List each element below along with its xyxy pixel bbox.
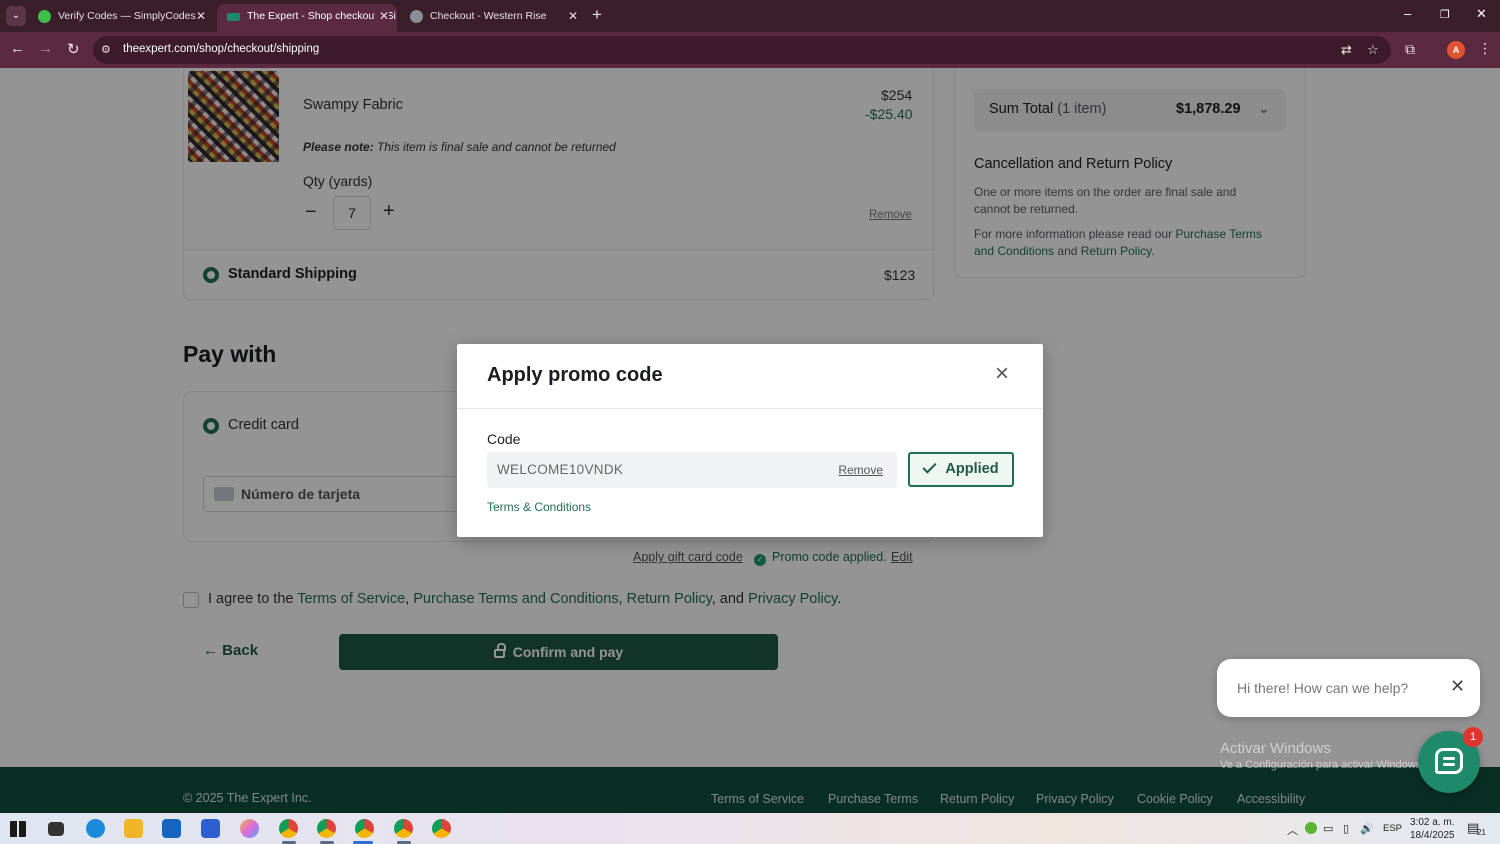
tab-title: The Expert - Shop checkout - Si <box>247 10 396 22</box>
promo-code-dialog: Apply promo code × Code WELCOME10VNDK Re… <box>457 344 1043 537</box>
dialog-divider <box>457 408 1043 409</box>
notification-count: 21 <box>1477 828 1486 837</box>
tray-app-icon[interactable] <box>1305 822 1317 834</box>
minimize-icon[interactable]: – <box>1404 6 1411 21</box>
extensions-puzzle-icon[interactable]: ⧉ <box>1405 41 1415 58</box>
checkmark-icon <box>922 459 937 474</box>
site-settings-icon[interactable]: ⚙ <box>101 43 111 56</box>
back-arrow-icon[interactable]: ← <box>10 40 25 57</box>
tab-strip: ⌄ Verify Codes — SimplyCodes ✕ The Exper… <box>0 0 1500 32</box>
tab-simplycodes[interactable]: Verify Codes — SimplyCodes ✕ <box>28 4 214 32</box>
chat-greeting-text: Hi there! How can we help? <box>1237 680 1409 696</box>
network-icon[interactable]: ▭ <box>1323 822 1333 835</box>
chrome-icon[interactable] <box>355 819 374 838</box>
bookmark-star-icon[interactable]: ☆ <box>1367 42 1379 58</box>
globe-favicon-icon <box>410 10 423 23</box>
tab-western-rise[interactable]: Checkout - Western Rise ✕ <box>400 4 586 32</box>
close-tab-icon[interactable]: ✕ <box>374 4 389 28</box>
translate-icon[interactable]: ⇄ <box>1341 42 1352 58</box>
chrome-icon[interactable] <box>432 819 451 838</box>
forward-arrow-icon[interactable]: → <box>38 40 53 57</box>
simplycodes-favicon-icon <box>38 10 51 23</box>
browser-menu-icon[interactable]: ⋮ <box>1478 40 1492 57</box>
url-omnibox[interactable]: ⚙ theexpert.com/shop/checkout/shipping ⇄… <box>93 36 1391 64</box>
the-expert-favicon-icon <box>227 13 240 21</box>
language-indicator[interactable]: ESP <box>1383 823 1402 834</box>
address-bar-row: ← → ↻ ⚙ theexpert.com/shop/checkout/ship… <box>0 32 1500 68</box>
tab-search-chevron-icon[interactable]: ⌄ <box>6 6 26 26</box>
window-close-icon[interactable]: ✕ <box>1476 6 1487 22</box>
promo-code-value[interactable]: WELCOME10VNDK <box>497 462 623 477</box>
new-tab-icon[interactable]: + <box>592 6 602 24</box>
close-tab-icon[interactable]: ✕ <box>196 4 206 28</box>
chrome-icon[interactable] <box>317 819 336 838</box>
tab-title: Verify Codes — SimplyCodes <box>58 10 196 22</box>
code-label: Code <box>487 431 521 447</box>
terms-and-conditions-link[interactable]: Terms & Conditions <box>487 500 591 514</box>
chrome-icon[interactable] <box>279 819 298 838</box>
file-explorer-icon[interactable] <box>124 819 143 838</box>
close-icon[interactable]: × <box>990 362 1014 386</box>
dialog-title: Apply promo code <box>487 364 663 386</box>
copilot-icon[interactable] <box>240 819 259 838</box>
chrome-icon[interactable] <box>394 819 413 838</box>
applied-button[interactable]: Applied <box>908 452 1014 487</box>
windows-taskbar: ︿ ▭ ▯ 🔊 ESP 3:02 a. m. 18/4/2025 ▤ 21 <box>0 813 1500 844</box>
restore-icon[interactable]: ❐ <box>1440 8 1450 21</box>
tab-title: Checkout - Western Rise <box>430 10 547 22</box>
remove-promo-link[interactable]: Remove <box>838 463 883 477</box>
chat-unread-badge: 1 <box>1463 727 1483 747</box>
chat-close-icon[interactable]: ✕ <box>1450 676 1465 697</box>
promo-code-input[interactable]: WELCOME10VNDK Remove <box>487 452 897 488</box>
battery-icon[interactable]: ▯ <box>1343 822 1349 835</box>
tab-the-expert[interactable]: The Expert - Shop checkout - Si ✕ <box>217 4 397 32</box>
profile-avatar[interactable]: A <box>1447 41 1465 59</box>
task-view-icon[interactable] <box>48 822 64 836</box>
windows-start-icon[interactable] <box>10 821 26 837</box>
edge-icon[interactable] <box>86 819 105 838</box>
chat-icon <box>1435 748 1463 774</box>
chat-greeting-bubble[interactable]: Hi there! How can we help? ✕ <box>1217 659 1480 717</box>
windows-activation-watermark: Activar Windows Ve a Configuración para … <box>1220 740 1425 771</box>
tray-overflow-chevron-icon[interactable]: ︿ <box>1287 822 1298 838</box>
reload-icon[interactable]: ↻ <box>67 40 80 58</box>
close-tab-icon[interactable]: ✕ <box>568 4 578 28</box>
store-icon[interactable] <box>201 819 220 838</box>
volume-icon[interactable]: 🔊 <box>1360 822 1374 835</box>
url-text[interactable]: theexpert.com/shop/checkout/shipping <box>123 43 319 55</box>
outlook-icon[interactable] <box>162 819 181 838</box>
clock[interactable]: 3:02 a. m. 18/4/2025 <box>1410 816 1455 842</box>
